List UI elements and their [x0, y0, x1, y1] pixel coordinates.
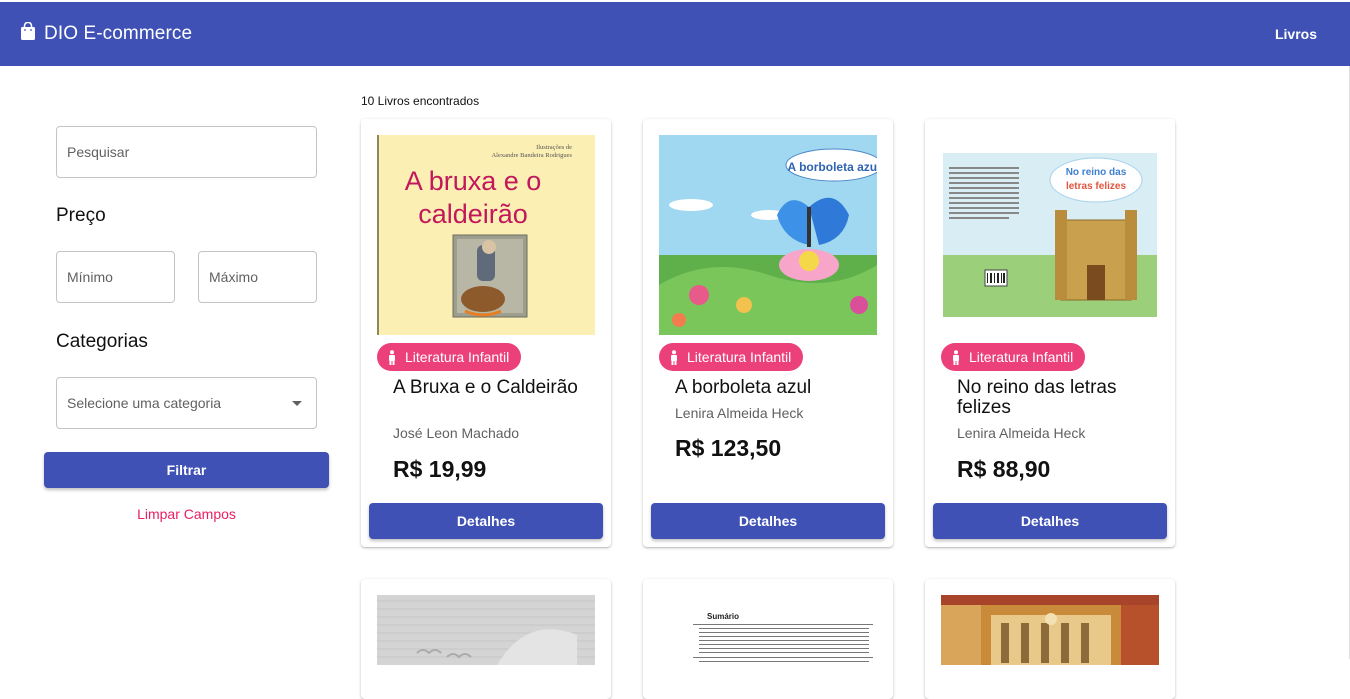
child-icon [389, 349, 395, 365]
category-chip-label: Literatura Infantil [969, 349, 1074, 365]
book-author: Lenira Almeida Heck [675, 405, 804, 421]
min-price-input[interactable] [67, 269, 174, 285]
book-card [925, 579, 1175, 699]
min-price-field[interactable] [56, 251, 175, 303]
price-heading: Preço [56, 205, 106, 226]
category-chip-label: Literatura Infantil [405, 349, 510, 365]
cover-title-line-2: caldeirão [418, 199, 528, 229]
child-icon [671, 349, 677, 365]
cover-title-line-1: A bruxa e o [405, 166, 542, 196]
cover-heading: Sumário [707, 612, 739, 621]
filter-button[interactable]: Filtrar [44, 452, 329, 488]
search-input[interactable] [67, 144, 316, 160]
cover-title-line-1: No reino das [1066, 167, 1127, 178]
book-card [361, 579, 611, 699]
book-title: No reino das letras felizes [957, 377, 1117, 418]
category-chip: Literatura Infantil [377, 343, 522, 371]
app-bar: DIO E-commerce Livros [0, 2, 1350, 66]
nav-link-livros[interactable]: Livros [1275, 26, 1317, 42]
results-count: 10 Livros encontrados [361, 94, 480, 108]
cover-title-line-2: letras felizes [1066, 181, 1126, 192]
brand[interactable]: DIO E-commerce [20, 22, 193, 45]
categories-heading: Categorias [56, 331, 148, 352]
child-icon [953, 349, 959, 365]
book-cover[interactable]: Sumário [659, 595, 877, 665]
book-cover[interactable]: Ilustrações de Alexandre Bandeira Rodrig… [377, 135, 595, 335]
brand-title: DIO E-commerce [44, 23, 193, 44]
book-cover[interactable]: A borboleta azul [659, 135, 877, 335]
book-title: A Bruxa e o Caldeirão [393, 377, 578, 398]
book-author: Lenira Almeida Heck [957, 425, 1086, 441]
dropdown-arrow-icon [292, 401, 302, 406]
details-button[interactable]: Detalhes [933, 503, 1167, 539]
category-chip-label: Literatura Infantil [687, 349, 792, 365]
book-price: R$ 19,99 [393, 456, 487, 482]
category-select[interactable]: Selecione uma categoria [56, 377, 317, 429]
details-button[interactable]: Detalhes [651, 503, 885, 539]
book-price: R$ 123,50 [675, 435, 782, 461]
max-price-input[interactable] [209, 269, 316, 285]
category-chip: Literatura Infantil [941, 343, 1086, 371]
search-field[interactable] [56, 126, 317, 178]
book-card: Ilustrações de Alexandre Bandeira Rodrig… [361, 119, 611, 547]
cover-title: A borboleta azul [788, 160, 877, 174]
book-card: Sumário [643, 579, 893, 699]
book-title: A borboleta azul [675, 377, 812, 398]
book-card: No reino das letras felizes Literatura I… [925, 119, 1175, 547]
book-card: A borboleta azul Literatura Infantil A b… [643, 119, 893, 547]
cover-credit-1: Ilustrações de [536, 144, 572, 151]
clear-fields-link[interactable]: Limpar Campos [44, 506, 329, 522]
book-cover[interactable] [377, 595, 595, 665]
details-button[interactable]: Detalhes [369, 503, 603, 539]
category-select-value: Selecione uma categoria [67, 395, 222, 411]
book-cover[interactable] [941, 595, 1159, 665]
shopping-bag-icon [21, 22, 35, 40]
book-cover[interactable]: No reino das letras felizes [941, 135, 1159, 335]
book-price: R$ 88,90 [957, 456, 1051, 482]
book-author: José Leon Machado [393, 425, 520, 441]
category-chip: Literatura Infantil [659, 343, 804, 371]
cover-credit-2: Alexandre Bandeira Rodrigues [491, 152, 572, 159]
max-price-field[interactable] [198, 251, 317, 303]
